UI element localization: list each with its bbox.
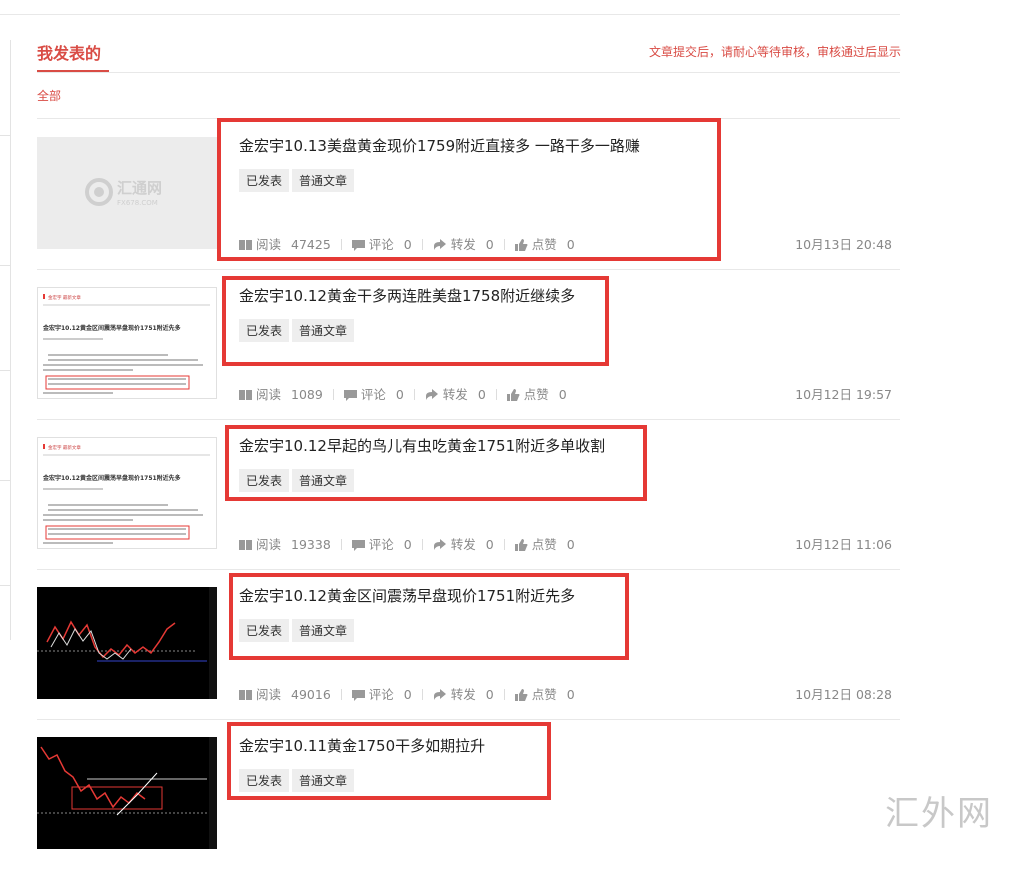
read-label: 阅读	[256, 687, 282, 702]
share-stat[interactable]: 转发 0	[425, 384, 486, 403]
highlight-box	[225, 425, 647, 501]
comment-label: 评论	[368, 687, 394, 702]
read-label: 阅读	[256, 537, 282, 552]
share-stat[interactable]: 转发 0	[433, 534, 494, 553]
sidebar-divider	[0, 370, 10, 371]
comment-count: 0	[395, 387, 404, 402]
comment-label: 评论	[368, 537, 394, 552]
share-icon	[433, 689, 446, 700]
like-label: 点赞	[531, 687, 557, 702]
article-thumbnail[interactable]: 金宏宇 最新文章 金宏宇10.12黄金区间震荡早盘现价1751附近先多	[37, 287, 217, 399]
share-label: 转发	[442, 387, 468, 402]
share-label: 转发	[450, 537, 476, 552]
article-stats: 阅读 49016 评论 0 转发 0 点赞 0	[239, 684, 575, 703]
sidebar-divider	[0, 480, 10, 481]
share-count: 0	[485, 687, 494, 702]
doc-header-tag: 金宏宇 最新文章	[48, 294, 81, 301]
comment-stat[interactable]: 评论 0	[351, 534, 412, 553]
book-icon	[239, 390, 252, 400]
highlight-box	[222, 276, 609, 366]
document-preview: 金宏宇 最新文章 金宏宇10.12黄金区间震荡早盘现价1751附近先多	[42, 294, 210, 394]
thumbs-up-icon	[506, 389, 520, 401]
comment-count: 0	[403, 537, 412, 552]
read-count: 1089	[291, 387, 323, 402]
doc-title: 金宏宇10.12黄金区间震荡早盘现价1751附近先多	[42, 474, 181, 482]
comment-stat[interactable]: 评论 0	[351, 684, 412, 703]
share-label: 转发	[450, 687, 476, 702]
logo-brand-text: 汇通网	[117, 179, 162, 197]
read-stat: 阅读 1089	[239, 384, 323, 403]
comment-count: 0	[403, 687, 412, 702]
tab-my-posts[interactable]: 我发表的	[37, 40, 101, 64]
article-thumbnail[interactable]: 金宏宇 最新文章 金宏宇10.12黄金区间震荡早盘现价1751附近先多	[37, 437, 217, 549]
doc-title: 金宏宇10.12黄金区间震荡早盘现价1751附近先多	[42, 324, 181, 332]
share-count: 0	[485, 537, 494, 552]
candlestick-chart-preview	[37, 587, 217, 699]
publish-time: 10月13日 20:48	[795, 237, 892, 252]
filter-all[interactable]: 全部	[37, 87, 61, 104]
read-stat: 阅读 19338	[239, 534, 331, 553]
share-icon	[433, 539, 446, 550]
fx678-logo-placeholder: 汇通网 FX678.COM	[85, 178, 162, 207]
article-thumbnail[interactable]	[37, 737, 217, 849]
like-count: 0	[558, 387, 567, 402]
sidebar-divider	[0, 135, 10, 136]
highlight-box	[227, 722, 551, 800]
publish-time: 10月12日 19:57	[795, 387, 892, 402]
share-count: 0	[477, 387, 486, 402]
left-sidebar-edge	[0, 40, 11, 640]
article-stats: 阅读 1089 评论 0 转发 0 点赞 0	[239, 384, 567, 403]
read-count: 19338	[291, 537, 331, 552]
comment-icon	[351, 690, 365, 701]
article-stats: 阅读 19338 评论 0 转发 0 点赞 0	[239, 534, 575, 553]
highlight-box	[229, 573, 629, 660]
publish-time: 10月12日 08:28	[795, 687, 892, 702]
article-thumbnail[interactable]: 汇通网 FX678.COM	[37, 137, 217, 249]
comment-icon	[343, 390, 357, 401]
like-count: 0	[566, 687, 575, 702]
publish-time: 10月12日 11:06	[795, 537, 892, 552]
doc-header-tag: 金宏宇 最新文章	[48, 444, 81, 451]
sidebar-divider	[0, 265, 10, 266]
like-count: 0	[566, 537, 575, 552]
candlestick-chart-preview	[37, 737, 217, 849]
like-label: 点赞	[531, 537, 557, 552]
book-icon	[239, 540, 252, 550]
book-icon	[239, 690, 252, 700]
top-divider	[0, 14, 900, 15]
thumbs-up-icon	[514, 539, 528, 551]
highlight-box	[217, 118, 721, 261]
review-notice: 文章提交后，请耐心等待审核，审核通过后显示	[648, 45, 901, 59]
read-label: 阅读	[256, 387, 282, 402]
document-preview: 金宏宇 最新文章 金宏宇10.12黄金区间震荡早盘现价1751附近先多	[42, 444, 210, 544]
header-divider	[37, 72, 900, 73]
like-stat[interactable]: 点赞 0	[514, 684, 575, 703]
comment-stat[interactable]: 评论 0	[343, 384, 404, 403]
like-stat[interactable]: 点赞 0	[514, 534, 575, 553]
like-label: 点赞	[523, 387, 549, 402]
share-stat[interactable]: 转发 0	[433, 684, 494, 703]
comment-icon	[351, 540, 365, 551]
comment-label: 评论	[360, 387, 386, 402]
read-stat: 阅读 49016	[239, 684, 331, 703]
sidebar-divider	[0, 585, 10, 586]
thumbs-up-icon	[514, 689, 528, 701]
logo-domain-text: FX678.COM	[117, 199, 158, 207]
read-count: 49016	[291, 687, 331, 702]
site-watermark: 汇外网	[885, 794, 993, 834]
article-thumbnail[interactable]	[37, 587, 217, 699]
share-icon	[425, 389, 438, 400]
like-stat[interactable]: 点赞 0	[506, 384, 567, 403]
